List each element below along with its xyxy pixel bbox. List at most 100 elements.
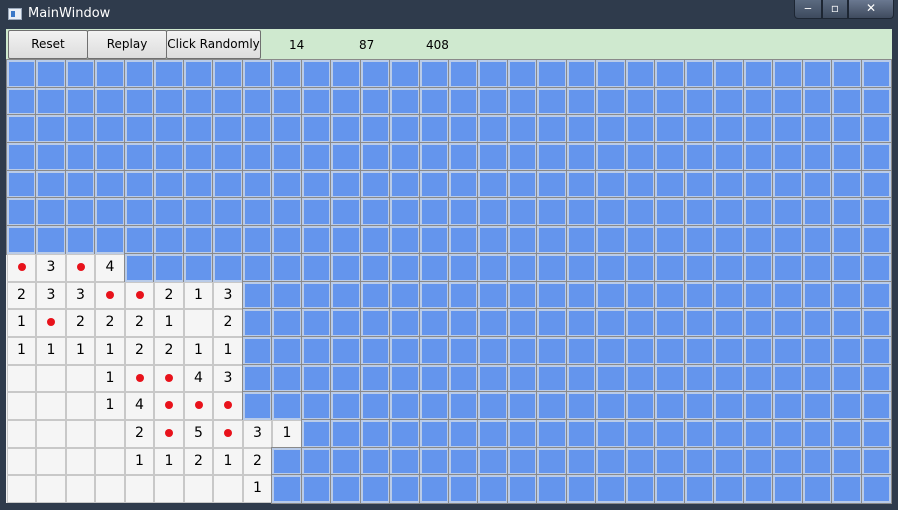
hidden-cell[interactable] [743, 308, 774, 338]
hidden-cell[interactable] [242, 253, 273, 283]
hidden-cell[interactable] [419, 87, 450, 116]
hidden-cell[interactable] [625, 474, 656, 504]
title-bar[interactable]: MainWindow ‒ ▫ ✕ [0, 0, 898, 28]
revealed-cell[interactable]: 2 [7, 282, 36, 309]
hidden-cell[interactable] [507, 447, 538, 476]
hidden-cell[interactable] [389, 225, 421, 255]
hidden-cell[interactable] [477, 419, 509, 449]
hidden-cell[interactable] [271, 253, 303, 283]
revealed-cell[interactable] [184, 475, 213, 503]
hidden-cell[interactable] [477, 225, 509, 255]
hidden-cell[interactable] [802, 474, 833, 504]
hidden-cell[interactable] [360, 308, 391, 338]
hidden-cell[interactable] [330, 114, 362, 144]
mine-cell[interactable] [154, 392, 184, 420]
hidden-cell[interactable] [448, 225, 479, 255]
revealed-cell[interactable] [66, 475, 95, 503]
hidden-cell[interactable] [419, 364, 450, 393]
hidden-cell[interactable] [507, 364, 538, 393]
hidden-cell[interactable] [861, 87, 892, 116]
hidden-cell[interactable] [566, 364, 597, 393]
hidden-cell[interactable] [566, 59, 597, 89]
hidden-cell[interactable] [536, 253, 568, 283]
mine-cell[interactable] [154, 420, 184, 448]
revealed-cell[interactable]: 2 [66, 309, 95, 337]
hidden-cell[interactable] [153, 142, 185, 172]
hidden-cell[interactable] [448, 281, 479, 310]
hidden-cell[interactable] [419, 253, 450, 283]
hidden-cell[interactable] [743, 59, 774, 89]
hidden-cell[interactable] [861, 225, 892, 255]
revealed-cell[interactable]: 2 [125, 337, 154, 365]
hidden-cell[interactable] [360, 59, 391, 89]
hidden-cell[interactable] [684, 197, 715, 227]
hidden-cell[interactable] [507, 419, 538, 449]
hidden-cell[interactable] [477, 281, 509, 310]
revealed-cell[interactable]: 4 [95, 254, 125, 282]
revealed-cell[interactable]: 1 [95, 337, 125, 365]
hidden-cell[interactable] [65, 114, 96, 144]
hidden-cell[interactable] [389, 447, 421, 476]
hidden-cell[interactable] [713, 281, 745, 310]
hidden-cell[interactable] [772, 197, 804, 227]
hidden-cell[interactable] [301, 391, 332, 421]
hidden-cell[interactable] [566, 170, 597, 199]
hidden-cell[interactable] [301, 474, 332, 504]
hidden-cell[interactable] [242, 59, 273, 89]
hidden-cell[interactable] [654, 281, 686, 310]
hidden-cell[interactable] [271, 170, 303, 199]
hidden-cell[interactable] [330, 59, 362, 89]
hidden-cell[interactable] [684, 391, 715, 421]
hidden-cell[interactable] [772, 114, 804, 144]
hidden-cell[interactable] [419, 308, 450, 338]
hidden-cell[interactable] [271, 142, 303, 172]
mine-cell[interactable] [125, 365, 154, 392]
hidden-cell[interactable] [595, 170, 627, 199]
hidden-cell[interactable] [271, 281, 303, 310]
hidden-cell[interactable] [271, 364, 303, 393]
hidden-cell[interactable] [389, 142, 421, 172]
hidden-cell[interactable] [713, 391, 745, 421]
hidden-cell[interactable] [448, 142, 479, 172]
hidden-cell[interactable] [595, 281, 627, 310]
hidden-cell[interactable] [802, 419, 833, 449]
revealed-cell[interactable] [7, 392, 36, 420]
hidden-cell[interactable] [713, 114, 745, 144]
hidden-cell[interactable] [507, 474, 538, 504]
hidden-cell[interactable] [35, 170, 67, 199]
hidden-cell[interactable] [477, 336, 509, 366]
hidden-cell[interactable] [360, 142, 391, 172]
hidden-cell[interactable] [507, 308, 538, 338]
hidden-cell[interactable] [684, 447, 715, 476]
hidden-cell[interactable] [861, 197, 892, 227]
hidden-cell[interactable] [271, 474, 303, 504]
hidden-cell[interactable] [477, 59, 509, 89]
hidden-cell[interactable] [831, 253, 863, 283]
hidden-cell[interactable] [536, 364, 568, 393]
hidden-cell[interactable] [360, 419, 391, 449]
hidden-cell[interactable] [212, 114, 244, 144]
hidden-cell[interactable] [566, 225, 597, 255]
hidden-cell[interactable] [183, 87, 214, 116]
revealed-cell[interactable]: 1 [213, 448, 243, 475]
hidden-cell[interactable] [124, 253, 155, 283]
hidden-cell[interactable] [330, 336, 362, 366]
hidden-cell[interactable] [625, 308, 656, 338]
hidden-cell[interactable] [271, 447, 303, 476]
hidden-cell[interactable] [861, 253, 892, 283]
hidden-cell[interactable] [360, 281, 391, 310]
hidden-cell[interactable] [861, 391, 892, 421]
hidden-cell[interactable] [301, 197, 332, 227]
hidden-cell[interactable] [654, 197, 686, 227]
hidden-cell[interactable] [861, 142, 892, 172]
hidden-cell[interactable] [448, 253, 479, 283]
revealed-cell[interactable]: 3 [66, 282, 95, 309]
hidden-cell[interactable] [242, 281, 273, 310]
revealed-cell[interactable] [66, 392, 95, 420]
hidden-cell[interactable] [654, 308, 686, 338]
hidden-cell[interactable] [713, 197, 745, 227]
hidden-cell[interactable] [654, 225, 686, 255]
hidden-cell[interactable] [654, 391, 686, 421]
hidden-cell[interactable] [153, 253, 185, 283]
hidden-cell[interactable] [124, 59, 155, 89]
